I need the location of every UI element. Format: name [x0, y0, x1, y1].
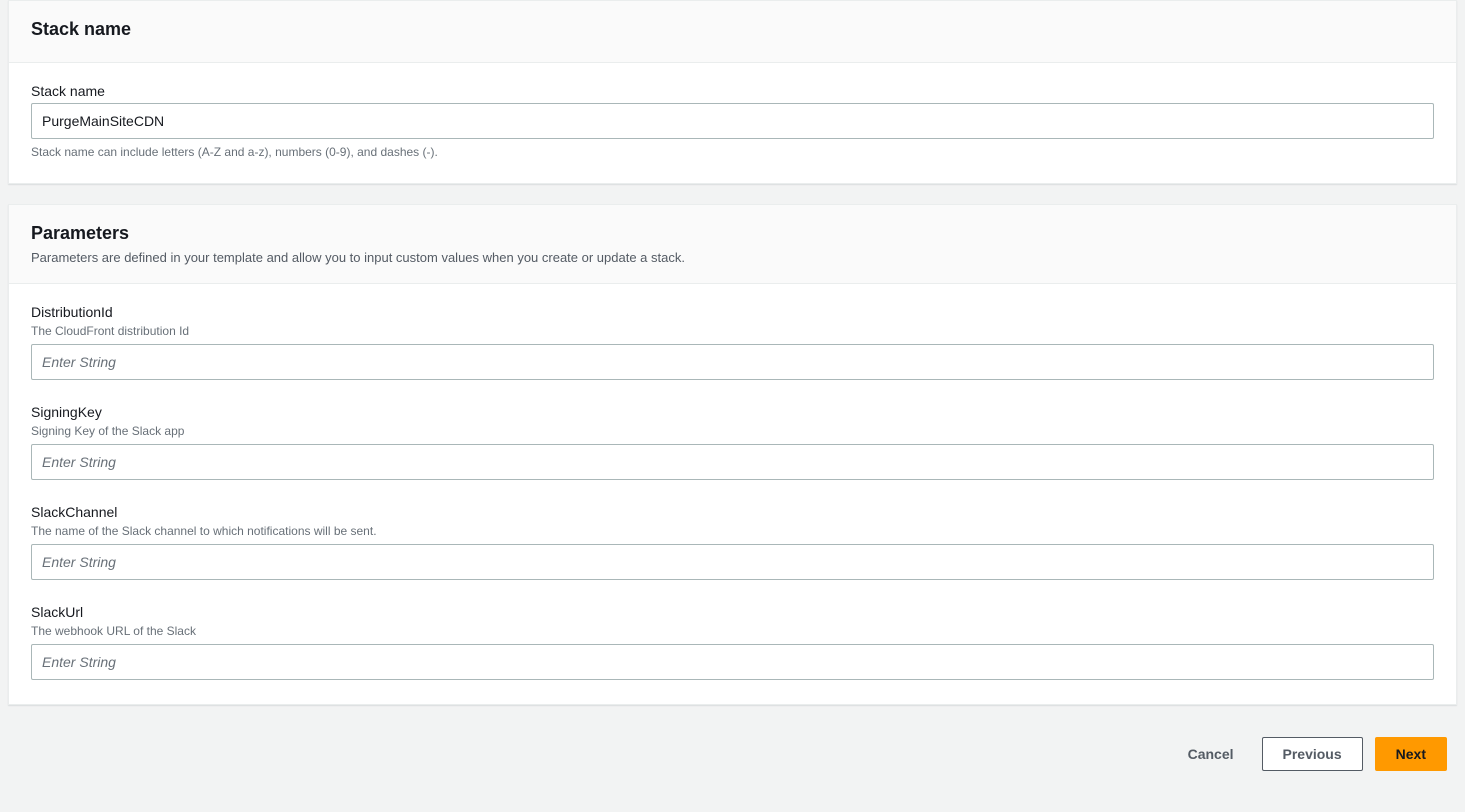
distribution-id-field: DistributionId The CloudFront distributi…	[31, 304, 1434, 380]
distribution-id-input[interactable]	[31, 344, 1434, 380]
parameters-panel-body: DistributionId The CloudFront distributi…	[9, 284, 1456, 704]
distribution-id-label: DistributionId	[31, 304, 1434, 320]
signing-key-description: Signing Key of the Slack app	[31, 424, 1434, 438]
previous-button[interactable]: Previous	[1262, 737, 1363, 771]
stack-name-panel-body: Stack name Stack name can include letter…	[9, 63, 1456, 183]
signing-key-input[interactable]	[31, 444, 1434, 480]
next-button[interactable]: Next	[1375, 737, 1447, 771]
slack-url-input[interactable]	[31, 644, 1434, 680]
stack-name-input[interactable]	[31, 103, 1434, 139]
stack-name-panel: Stack name Stack name Stack name can inc…	[8, 0, 1457, 184]
stack-name-heading: Stack name	[31, 19, 1434, 40]
stack-name-hint: Stack name can include letters (A-Z and …	[31, 145, 1434, 159]
wizard-button-bar: Cancel Previous Next	[0, 725, 1465, 791]
parameters-subtitle: Parameters are defined in your template …	[31, 250, 1434, 265]
signing-key-label: SigningKey	[31, 404, 1434, 420]
stack-name-label: Stack name	[31, 83, 1434, 99]
slack-channel-field: SlackChannel The name of the Slack chann…	[31, 504, 1434, 580]
parameters-panel: Parameters Parameters are defined in you…	[8, 204, 1457, 705]
parameters-panel-header: Parameters Parameters are defined in you…	[9, 205, 1456, 284]
stack-name-panel-header: Stack name	[9, 1, 1456, 63]
slack-url-field: SlackUrl The webhook URL of the Slack	[31, 604, 1434, 680]
slack-url-label: SlackUrl	[31, 604, 1434, 620]
distribution-id-description: The CloudFront distribution Id	[31, 324, 1434, 338]
stack-name-field: Stack name Stack name can include letter…	[31, 83, 1434, 159]
slack-channel-input[interactable]	[31, 544, 1434, 580]
slack-channel-description: The name of the Slack channel to which n…	[31, 524, 1434, 538]
cancel-button[interactable]: Cancel	[1172, 738, 1250, 770]
signing-key-field: SigningKey Signing Key of the Slack app	[31, 404, 1434, 480]
slack-url-description: The webhook URL of the Slack	[31, 624, 1434, 638]
parameters-heading: Parameters	[31, 223, 1434, 244]
slack-channel-label: SlackChannel	[31, 504, 1434, 520]
